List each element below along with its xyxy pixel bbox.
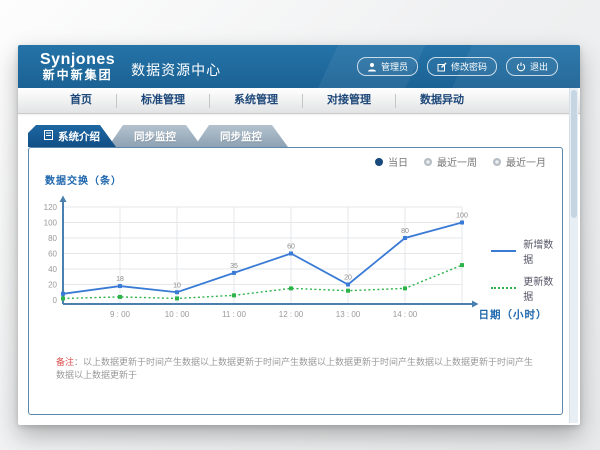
logo-text-en: Synjones [40, 52, 115, 69]
radio-last-month[interactable]: 最近一月 [493, 154, 546, 169]
svg-text:20: 20 [344, 275, 352, 282]
content-panel: 当日 最近一周 最近一月 数据交换（条） 0 20 40 60 80 100 120 9 : … [28, 147, 563, 415]
edit-icon [437, 62, 447, 72]
radio-label: 最近一周 [437, 154, 477, 169]
user-icon [367, 62, 377, 72]
tab-sync-monitor-2[interactable]: 同步监控 [194, 125, 288, 147]
app-window: Synjones 新中新集团 数据资源中心 管理员 修改密码 退出 [18, 45, 580, 425]
tab-label: 系统介绍 [58, 129, 100, 144]
logout-button[interactable]: 退出 [506, 57, 558, 76]
radio-selected-icon [375, 158, 383, 166]
logout-label: 退出 [530, 60, 548, 73]
svg-text:0: 0 [53, 296, 58, 305]
nav-item-docking[interactable]: 对接管理 [303, 88, 395, 113]
svg-text:日期（小时）: 日期（小时） [479, 308, 548, 321]
footnote-label: 备注 [56, 357, 74, 367]
app-header: Synjones 新中新集团 数据资源中心 管理员 修改密码 退出 [18, 45, 580, 88]
change-password-label: 修改密码 [451, 60, 487, 73]
chart-legend: 新增数据 更新数据 [491, 236, 562, 303]
logout-icon [516, 62, 526, 72]
company-logo: Synjones 新中新集团 [40, 52, 115, 81]
svg-text:20: 20 [48, 281, 57, 290]
svg-text:14 : 00: 14 : 00 [393, 310, 418, 319]
change-password-button[interactable]: 修改密码 [427, 57, 497, 76]
tab-label: 同步监控 [134, 129, 176, 144]
document-icon [44, 130, 53, 143]
svg-text:11 : 00: 11 : 00 [222, 310, 246, 319]
radio-label: 最近一月 [506, 154, 546, 169]
svg-text:10 : 00: 10 : 00 [165, 310, 190, 319]
radio-last-week[interactable]: 最近一周 [424, 154, 477, 169]
legend-item-updated-data: 更新数据 [491, 273, 562, 303]
solid-line-swatch-icon [491, 250, 516, 252]
svg-text:40: 40 [48, 265, 57, 274]
nav-item-standards[interactable]: 标准管理 [117, 88, 209, 113]
nav-item-home[interactable]: 首页 [46, 88, 116, 113]
main-nav: 首页 标准管理 系统管理 对接管理 数据异动 [18, 88, 580, 114]
radio-today[interactable]: 当日 [375, 154, 408, 169]
tab-sync-monitor-1[interactable]: 同步监控 [108, 125, 202, 147]
radio-unselected-icon [424, 158, 432, 166]
line-chart: 0 20 40 60 80 100 120 9 : 00 10 : 00 11 : 00 12 : … [29, 194, 564, 329]
svg-text:60: 60 [48, 250, 57, 259]
svg-text:10: 10 [173, 282, 181, 289]
radio-unselected-icon [493, 158, 501, 166]
tab-label: 同步监控 [220, 129, 262, 144]
legend-item-new-data: 新增数据 [491, 236, 562, 266]
time-range-filter: 当日 最近一周 最近一月 [375, 154, 546, 169]
tab-system-intro[interactable]: 系统介绍 [28, 125, 116, 147]
svg-text:9 : 00: 9 : 00 [110, 310, 131, 319]
svg-text:80: 80 [48, 234, 57, 243]
header-actions: 管理员 修改密码 退出 [357, 57, 558, 76]
svg-text:35: 35 [230, 263, 238, 270]
footnote: 备注：以上数据更新于时间产生数据以上数据更新于时间产生数据以上数据更新于时间产生… [56, 356, 536, 381]
scrollbar-thumb[interactable] [571, 90, 577, 218]
svg-text:80: 80 [401, 228, 409, 235]
svg-text:13 : 00: 13 : 00 [336, 310, 361, 319]
y-axis-title: 数据交换（条） [45, 172, 122, 187]
nav-item-system[interactable]: 系统管理 [210, 88, 302, 113]
svg-text:100: 100 [44, 219, 58, 228]
svg-text:100: 100 [456, 213, 468, 220]
page-title: 数据资源中心 [131, 60, 221, 80]
page-scrollbar[interactable] [569, 88, 578, 423]
chart-area: 0 20 40 60 80 100 120 9 : 00 10 : 00 11 : 00 12 : … [29, 194, 564, 329]
footnote-text: ：以上数据更新于时间产生数据以上数据更新于时间产生数据以上数据更新于时间产生数据… [56, 357, 533, 380]
svg-text:60: 60 [287, 244, 295, 251]
legend-label: 更新数据 [523, 273, 562, 303]
svg-text:12 : 00: 12 : 00 [279, 310, 304, 319]
legend-label: 新增数据 [523, 236, 562, 266]
svg-text:120: 120 [44, 203, 58, 212]
logo-text-cn: 新中新集团 [40, 69, 115, 82]
user-label: 管理员 [381, 60, 408, 73]
dotted-line-swatch-icon [491, 287, 516, 289]
svg-text:18: 18 [116, 276, 124, 283]
radio-label: 当日 [388, 154, 408, 169]
tab-bar: 系统介绍 同步监控 同步监控 [28, 125, 288, 147]
current-user-button[interactable]: 管理员 [357, 57, 418, 76]
nav-item-datachange[interactable]: 数据异动 [396, 88, 488, 113]
